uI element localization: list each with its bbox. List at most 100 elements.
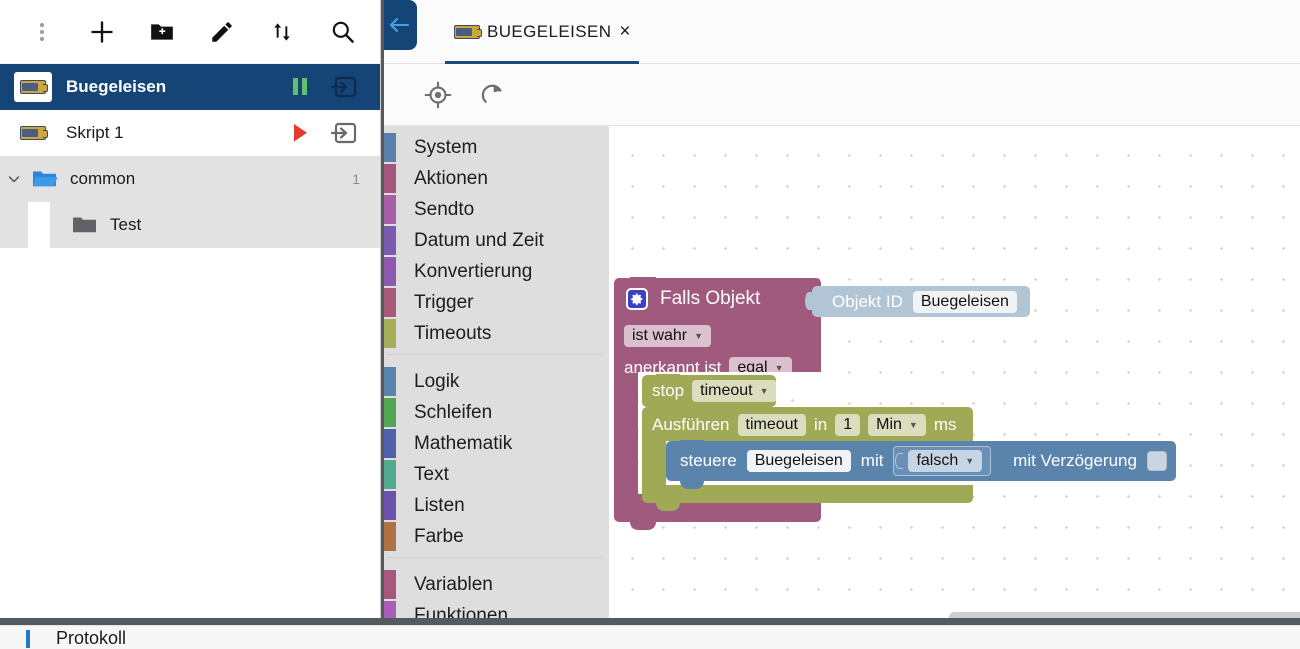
category-color-swatch <box>383 133 396 162</box>
panel-divider <box>381 0 384 649</box>
condition-dropdown-value: ist wahr <box>632 327 688 344</box>
toolbox-category-text[interactable]: Text <box>381 459 609 490</box>
editor-toolbar <box>381 64 1300 126</box>
control-object-field[interactable]: Buegeleisen <box>746 450 851 472</box>
toolbox-category-trigger[interactable]: Trigger <box>381 287 609 318</box>
toolbox-separator <box>381 557 609 569</box>
category-color-swatch <box>383 195 396 224</box>
search-button[interactable] <box>312 8 372 56</box>
sidebar-toolbar <box>0 0 380 64</box>
block-object-id[interactable]: Objekt ID Buegeleisen <box>805 286 1030 317</box>
refresh-icon <box>481 83 502 103</box>
category-label: Schleifen <box>414 401 493 423</box>
exec-name-field[interactable]: timeout <box>737 414 806 436</box>
block-control-object[interactable]: steuere Buegeleisen mit falsch ▼ mit Ver… <box>666 440 1176 489</box>
block-bottom-notch <box>656 502 680 511</box>
toolbox-category-variablen[interactable]: Variablen <box>381 569 609 600</box>
block-output-tab <box>805 292 813 310</box>
toolbox-category-datum-und-zeit[interactable]: Datum und Zeit <box>381 225 609 256</box>
chevron-down-icon: ▼ <box>908 420 918 430</box>
control-value-slot[interactable]: falsch ▼ <box>893 446 992 476</box>
expand-collapse-button[interactable] <box>252 8 312 56</box>
blockly-canvas[interactable]: Falls Objekt ist wahr ▼ anerkannt ist eg… <box>609 126 1300 626</box>
toolbox-category-aktionen[interactable]: Aktionen <box>381 163 609 194</box>
blockly-workspace-area: System Aktionen Sendto Datum und Zeit Konver… <box>381 126 1300 626</box>
category-color-swatch <box>383 226 396 255</box>
run-button[interactable] <box>278 122 322 144</box>
toolbox-category-sendto[interactable]: Sendto <box>381 194 609 225</box>
category-color-swatch <box>383 288 396 317</box>
tree-item-label: Test <box>110 215 142 234</box>
exec-unit-suffix: ms <box>933 415 957 434</box>
stop-timeout-value: timeout <box>700 382 753 399</box>
category-label: System <box>414 136 478 158</box>
control-value-dropdown[interactable]: falsch ▼ <box>908 450 983 472</box>
block-bottom-notch <box>680 480 704 489</box>
gear-icon[interactable] <box>626 288 648 310</box>
center-blocks-button[interactable] <box>421 78 455 112</box>
category-label: Logik <box>414 370 460 392</box>
category-label: Variablen <box>414 573 493 595</box>
toolbox-category-schleifen[interactable]: Schleifen <box>381 397 609 428</box>
close-icon[interactable]: × <box>619 21 630 43</box>
tree-item-test[interactable]: Test <box>0 202 380 248</box>
block-if-header: Falls Objekt <box>626 288 760 310</box>
export-button-buegeleisen[interactable] <box>322 75 366 99</box>
exec-unit-dropdown[interactable]: Min ▼ <box>868 414 926 436</box>
control-label: steuere <box>680 451 737 470</box>
category-label: Listen <box>414 494 465 516</box>
toolbox-category-listen[interactable]: Listen <box>381 490 609 521</box>
pause-button[interactable] <box>278 76 322 98</box>
category-color-swatch <box>383 491 396 520</box>
add-folder-button[interactable] <box>132 8 192 56</box>
toolbox-separator-line <box>387 557 603 558</box>
chevron-down-icon[interactable] <box>0 171 28 187</box>
tab-buegeleisen[interactable]: BUEGELEISEN × <box>445 0 639 64</box>
log-panel: Protokoll <box>0 625 1300 649</box>
chevron-down-icon: ▼ <box>694 331 704 341</box>
block-stop-timeout[interactable]: stop timeout ▼ <box>642 374 777 407</box>
script-editor-panel: BUEGELEISEN × System Aktionen Sendto Dat… <box>381 0 1300 649</box>
toolbox-category-timeouts[interactable]: Timeouts <box>381 318 609 349</box>
stop-timeout-dropdown[interactable]: timeout ▼ <box>692 380 777 402</box>
toolbox-category-farbe[interactable]: Farbe <box>381 521 609 552</box>
application-window: Buegeleisen Skript 1 common 1 Test BUEGE… <box>0 0 1300 649</box>
pencil-icon <box>212 21 232 42</box>
toolbox-category-mathematik[interactable]: Mathematik <box>381 428 609 459</box>
condition-dropdown[interactable]: ist wahr ▼ <box>624 325 712 347</box>
rename-button[interactable] <box>192 8 252 56</box>
tab-label: BUEGELEISEN <box>487 22 612 41</box>
search-icon <box>332 21 354 43</box>
export-icon <box>331 122 357 144</box>
control-with-label: mit <box>860 451 884 470</box>
tree-item-count: 1 <box>352 171 360 187</box>
toolbox-category-system[interactable]: System <box>381 132 609 163</box>
log-tab[interactable]: Protokoll <box>26 628 126 649</box>
block-input-socket <box>895 453 904 469</box>
toolbox-separator-line <box>387 354 603 355</box>
kebab-menu-icon <box>40 21 44 42</box>
exec-unit-value: Min <box>876 416 902 433</box>
exec-delay-field[interactable]: 1 <box>835 414 861 436</box>
category-color-swatch <box>383 398 396 427</box>
blockly-script-icon <box>14 72 52 102</box>
exec-label: Ausführen <box>652 415 730 434</box>
add-script-button[interactable] <box>72 8 132 56</box>
exec-in-label: in <box>813 415 828 434</box>
block-exec-header: Ausführen timeout in 1 Min ▼ ms <box>652 414 956 436</box>
folder-plus-icon <box>151 23 173 40</box>
control-delay-checkbox[interactable] <box>1146 451 1167 471</box>
tree-item-buegeleisen[interactable]: Buegeleisen <box>0 64 380 110</box>
back-button[interactable] <box>381 0 417 50</box>
reload-button[interactable] <box>475 78 509 112</box>
more-menu-button[interactable] <box>12 8 72 56</box>
object-id-value[interactable]: Buegeleisen <box>912 290 1017 313</box>
export-button-skript-1[interactable] <box>322 121 366 145</box>
blockly-script-icon <box>14 118 52 148</box>
control-delay-label: mit Verzögerung <box>1013 451 1137 470</box>
category-color-swatch <box>383 570 396 599</box>
tree-item-skript-1[interactable]: Skript 1 <box>0 110 380 156</box>
toolbox-category-logik[interactable]: Logik <box>381 366 609 397</box>
tree-item-common[interactable]: common 1 <box>0 156 380 202</box>
toolbox-category-konvertierung[interactable]: Konvertierung <box>381 256 609 287</box>
